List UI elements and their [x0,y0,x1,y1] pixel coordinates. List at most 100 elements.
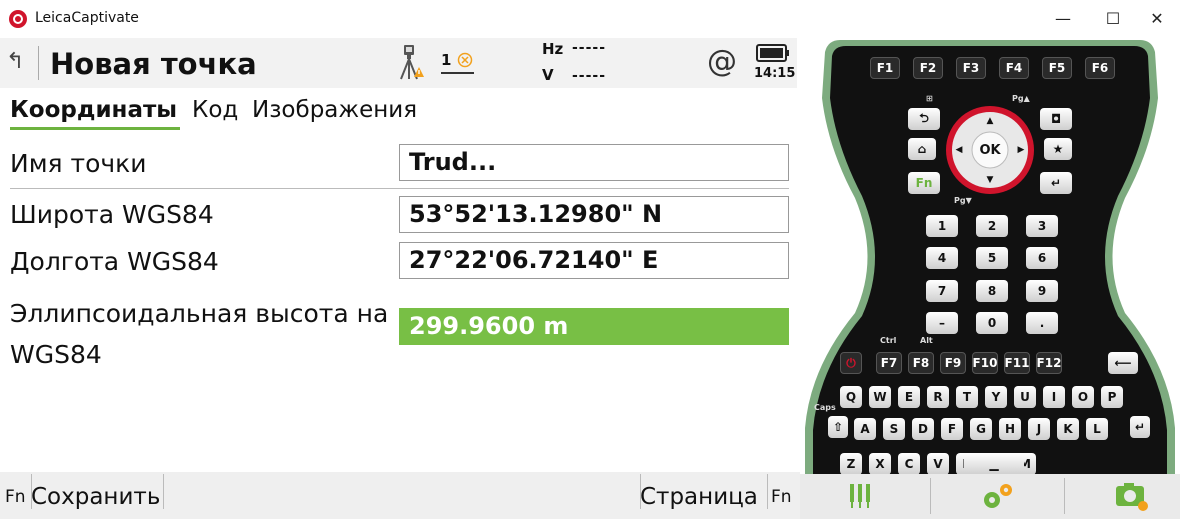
key-f7[interactable]: F7 [876,352,902,374]
key-k[interactable]: K [1057,418,1079,440]
key-3[interactable]: 3 [1026,215,1058,237]
key-x[interactable]: X [869,453,891,475]
key-z[interactable]: Z [840,453,862,475]
key-f6[interactable]: F6 [1085,57,1115,79]
key-f2[interactable]: F2 [913,57,943,79]
key-y[interactable]: Y [985,386,1007,408]
key-f3[interactable]: F3 [956,57,986,79]
up-arrow-key[interactable]: ▲ [974,110,1006,132]
settings-gears-icon[interactable] [980,480,1018,512]
key-1[interactable]: 1 [926,215,958,237]
key-5[interactable]: 5 [976,247,1008,269]
instrument-status-icon[interactable] [396,43,424,81]
maximize-button[interactable]: ☐ [1090,0,1136,37]
fn-softkey-left[interactable]: Fn [5,487,26,507]
active-tab-indicator [10,127,180,130]
camera-icon[interactable] [1114,480,1150,512]
key-p[interactable]: P [1101,386,1123,408]
key-d[interactable]: D [912,418,934,440]
left-arrow-key[interactable]: ◀ [948,139,970,161]
longitude-label: Долгота WGS84 [10,247,219,276]
battery-icon[interactable] [756,43,790,63]
key-f1[interactable]: F1 [870,57,900,79]
escape-key[interactable]: ⮌ [908,108,940,130]
right-arrow-key[interactable]: ▶ [1010,139,1032,161]
key-o[interactable]: O [1072,386,1094,408]
key-[interactable]: – [926,312,958,334]
height-label: Эллипсоидальная высота на WGS84 [10,299,389,369]
camera-key[interactable]: ◘ [1040,108,1072,130]
key-f12[interactable]: F12 [1036,352,1062,374]
key-[interactable]: . [1026,312,1058,334]
point-name-field[interactable]: Trud... [399,144,789,181]
latitude-label: Широта WGS84 [10,200,214,229]
hz-value: ----- [572,40,607,56]
return-key[interactable]: ↵ [1130,416,1150,438]
key-g[interactable]: G [970,418,992,440]
save-softkey[interactable]: Сохранить [31,484,160,510]
field-divider [10,188,789,189]
key-e[interactable]: E [898,386,920,408]
home-key[interactable]: ⌂ [908,138,936,160]
height-field[interactable]: 299.9600 m [399,308,789,345]
close-button[interactable]: ✕ [1134,0,1180,37]
key-h[interactable]: H [999,418,1021,440]
minimize-button[interactable]: — [1040,0,1086,37]
key-u[interactable]: U [1014,386,1036,408]
key-2[interactable]: 2 [976,215,1008,237]
satellite-icon[interactable] [457,52,473,68]
key-v[interactable]: V [927,453,949,475]
key-r[interactable]: R [927,386,949,408]
page-title: Новая точка [50,47,257,81]
key-f[interactable]: F [941,418,963,440]
key-t[interactable]: T [956,386,978,408]
key-f10[interactable]: F10 [972,352,998,374]
ok-key[interactable]: OK [974,139,1006,161]
tab-images[interactable]: Изображения [252,97,417,123]
window-titlebar: LeicaCaptivate — ☐ ✕ [0,0,1180,37]
key-a[interactable]: A [854,418,876,440]
backspace-key[interactable]: ⟵ [1108,352,1138,374]
survey-tools-icon[interactable] [846,480,876,510]
power-key[interactable]: ⏻ [840,352,862,374]
point-name-label: Имя точки [10,149,147,178]
key-f11[interactable]: F11 [1004,352,1030,374]
longitude-field[interactable]: 27°22'06.72140" E [399,242,789,279]
key-f5[interactable]: F5 [1042,57,1072,79]
keypad-bottom-bar [800,474,1180,519]
page-softkey[interactable]: Страница [640,484,758,510]
key-c[interactable]: C [898,453,920,475]
down-arrow-key[interactable]: ▼ [974,169,1006,191]
key-8[interactable]: 8 [976,280,1008,302]
tab-code[interactable]: Код [192,97,238,123]
page-up-hint: ⊞ [926,94,933,103]
fn-softkey-right[interactable]: Fn [771,487,792,507]
key-f4[interactable]: F4 [999,57,1029,79]
key-j[interactable]: J [1028,418,1050,440]
favourites-key[interactable]: ★ [1044,138,1072,160]
key-q[interactable]: Q [840,386,862,408]
at-icon[interactable]: @ [707,44,737,79]
key-9[interactable]: 9 [1026,280,1058,302]
satellite-underline [441,72,474,74]
app-header: ↰ Новая точка 1 Hz ----- V ----- @ 14:15 [0,38,797,88]
tab-coordinates[interactable]: Координаты [10,97,177,123]
fn-key[interactable]: Fn [908,172,940,194]
key-f9[interactable]: F9 [940,352,966,374]
key-s[interactable]: S [883,418,905,440]
key-i[interactable]: I [1043,386,1065,408]
shift-key[interactable]: ⇧ [828,416,848,438]
key-f8[interactable]: F8 [908,352,934,374]
page-down-label: Pg▼ [954,196,972,205]
back-button[interactable]: ↰ [6,51,28,75]
key-l[interactable]: L [1086,418,1108,440]
space-key[interactable]: ▁ [964,453,1024,475]
key-7[interactable]: 7 [926,280,958,302]
key-4[interactable]: 4 [926,247,958,269]
key-0[interactable]: 0 [976,312,1008,334]
keypad-bottom-divider [1064,478,1065,514]
enter-key[interactable]: ↵ [1040,172,1072,194]
key-6[interactable]: 6 [1026,247,1058,269]
key-w[interactable]: W [869,386,891,408]
latitude-field[interactable]: 53°52'13.12980" N [399,196,789,233]
